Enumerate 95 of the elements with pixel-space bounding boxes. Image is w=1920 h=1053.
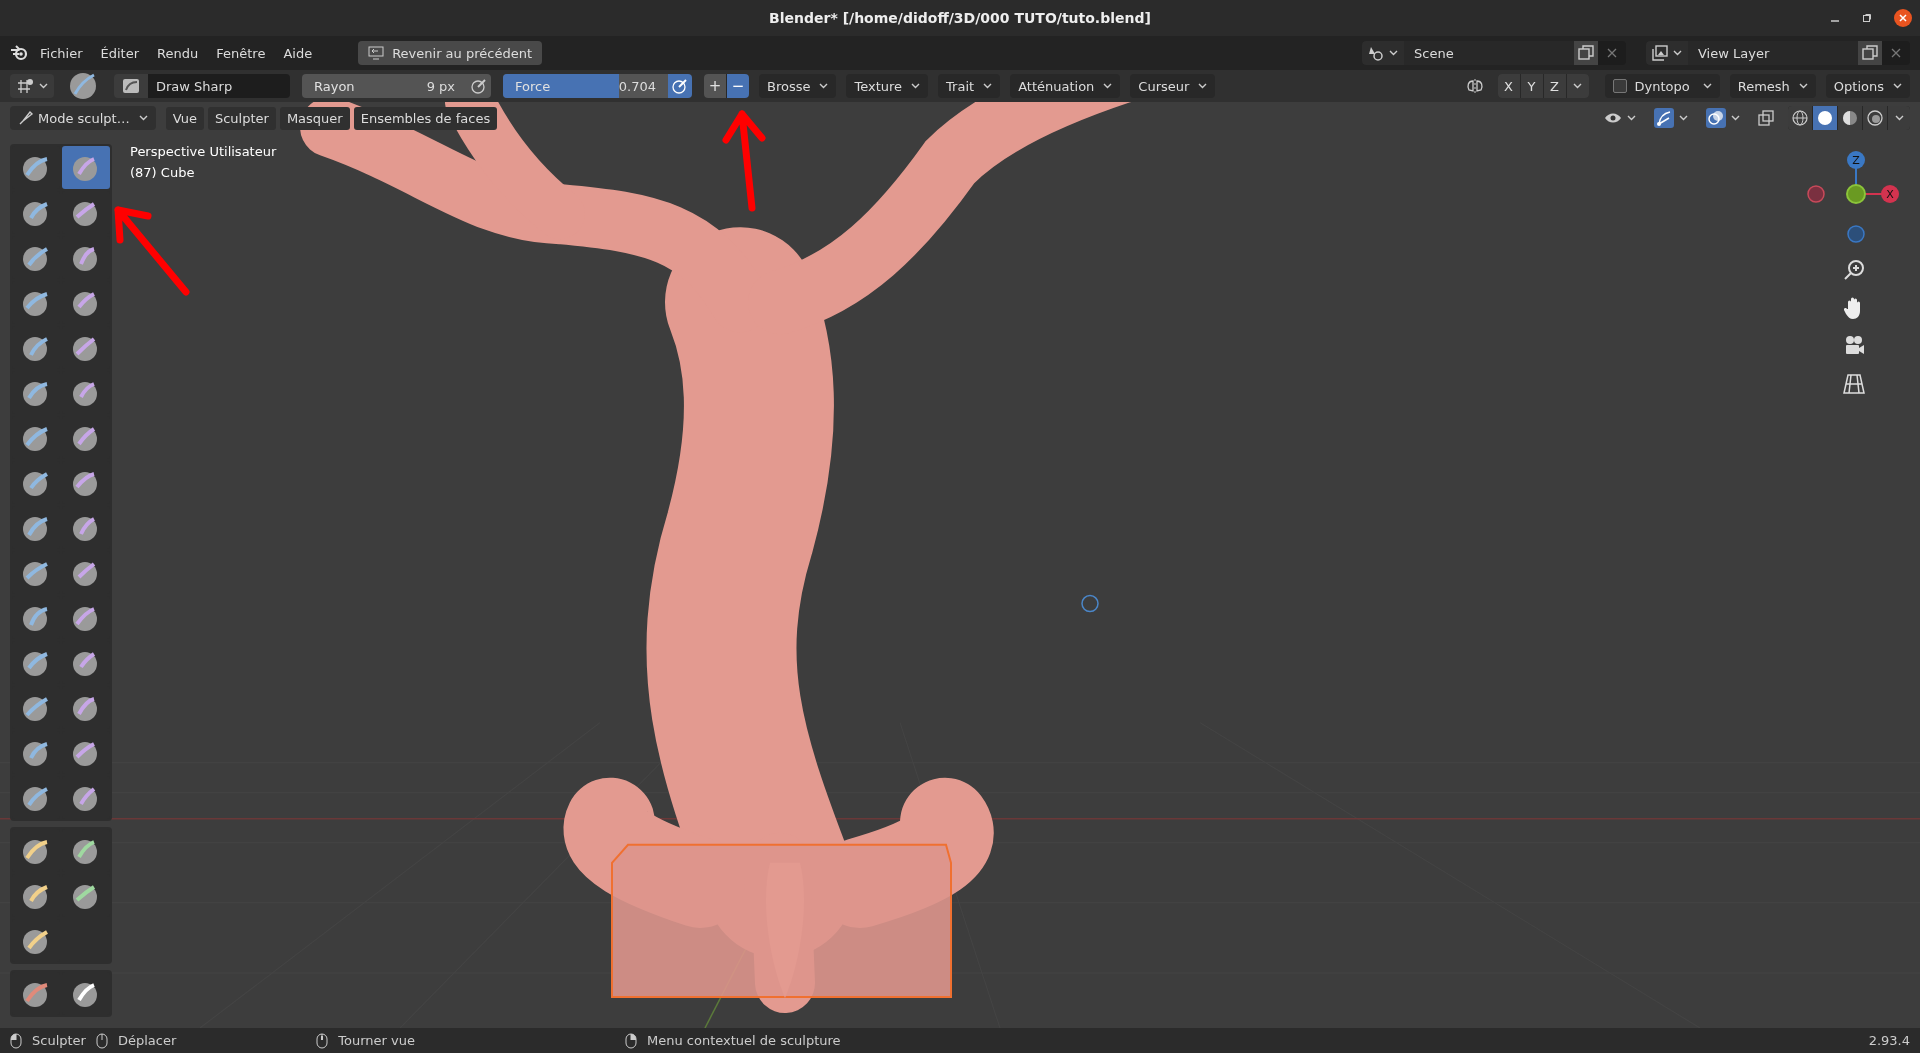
menu-item[interactable]: Fenêtre xyxy=(210,41,272,65)
chevron-down-icon xyxy=(1103,83,1113,89)
perspective-grid-icon[interactable] xyxy=(1842,372,1866,396)
chevron-down-icon xyxy=(1894,115,1904,121)
menu-item[interactable]: Fichier xyxy=(34,41,89,65)
menu-item[interactable]: Sculpter xyxy=(207,106,276,130)
menu-item[interactable]: Rendu xyxy=(151,41,205,65)
menu-item[interactable]: Ensembles de faces xyxy=(353,106,498,130)
solid-shading-button[interactable] xyxy=(1813,106,1837,130)
checkbox[interactable] xyxy=(1612,79,1627,93)
app-logo-icon[interactable] xyxy=(10,45,28,61)
mouse-icon xyxy=(625,1032,637,1049)
view-layer-name-field[interactable]: View Layer xyxy=(1688,41,1858,65)
status-hint: Déplacer xyxy=(117,1033,177,1048)
back-button[interactable]: Revenir au précédent xyxy=(358,41,542,65)
dropdown-menu[interactable]: Texture xyxy=(846,74,929,98)
chevron-down-icon xyxy=(911,83,921,89)
chevron-down-icon xyxy=(1198,83,1208,89)
axis-toggle[interactable]: X xyxy=(1497,74,1520,98)
axis-toggle[interactable]: Z xyxy=(1543,74,1566,98)
chevron-down-icon xyxy=(1798,83,1808,89)
chevron-down-icon xyxy=(1627,115,1636,121)
chevron-down-icon xyxy=(1702,83,1712,89)
menu-item[interactable]: Masquer xyxy=(279,106,350,130)
rendered-sphere-icon xyxy=(1867,110,1883,126)
dropdown-menu[interactable]: Options xyxy=(1825,74,1910,98)
strength-slider[interactable]: Force 0.704 xyxy=(503,74,668,98)
dropdown-menu[interactable]: Atténuation xyxy=(1010,74,1121,98)
material-sphere-icon xyxy=(1842,110,1858,126)
duplicate-icon[interactable] xyxy=(1858,41,1882,65)
object-info: (87) Cube xyxy=(130,165,196,180)
chevron-down-icon xyxy=(1731,115,1740,121)
chevron-down-icon xyxy=(983,83,993,89)
pen-pressure-icon xyxy=(672,78,688,94)
zoom-icon[interactable] xyxy=(1842,258,1866,282)
chevron-down-icon xyxy=(1679,115,1688,121)
image-stack-icon xyxy=(1652,45,1668,61)
brush-type-button[interactable] xyxy=(114,74,148,98)
brush-name-field[interactable]: Draw Sharp xyxy=(148,74,290,98)
close-icon[interactable] xyxy=(1894,9,1912,27)
mouse-icon xyxy=(10,1032,22,1049)
chevron-down-icon xyxy=(1673,50,1682,56)
solid-sphere-icon xyxy=(1817,110,1833,126)
radius-field[interactable]: Rayon 9 px xyxy=(302,74,467,98)
grid-tool-icon xyxy=(16,78,34,94)
mouse-icon xyxy=(316,1032,329,1049)
scene-name-field[interactable]: Scene xyxy=(1404,41,1574,65)
screen-back-icon xyxy=(368,46,385,60)
status-hint: Menu contextuel de sculpture xyxy=(647,1033,841,1048)
tool-settings-button[interactable] xyxy=(10,74,54,98)
status-hint: Tourner vue xyxy=(338,1033,415,1048)
axis-toggle[interactable]: Y xyxy=(1520,74,1543,98)
pen-pressure-icon xyxy=(471,78,487,94)
direction-toggle[interactable]: − xyxy=(727,74,749,98)
mirror-icon[interactable] xyxy=(1465,78,1484,94)
version-label: 2.93.4 xyxy=(1868,1033,1910,1048)
chevron-down-icon xyxy=(1389,50,1398,56)
gizmo-icon xyxy=(1654,108,1674,128)
brush-preview-icon[interactable] xyxy=(68,71,98,101)
dropdown-menu[interactable]: Remesh xyxy=(1729,74,1816,98)
scene-icon xyxy=(1368,45,1384,61)
chevron-down-icon xyxy=(138,115,148,121)
pressure-toggle[interactable] xyxy=(668,74,692,98)
dropdown-menu[interactable]: Brosse xyxy=(759,74,837,98)
duplicate-icon[interactable] xyxy=(1574,41,1598,65)
axis-gizmo-drawing[interactable]: Z X xyxy=(1806,144,1902,244)
wireframe-sphere-icon xyxy=(1792,110,1808,126)
window-title: Blender* [/home/didoff/3D/000 TUTO/tuto.blend] xyxy=(769,10,1151,26)
axis-label: X xyxy=(1886,188,1894,201)
scene-selector[interactable] xyxy=(1362,41,1404,65)
dropdown-menu[interactable]: Trait xyxy=(938,74,1001,98)
dyntopo-toggle[interactable]: Dyntopo xyxy=(1604,74,1720,98)
brush-icon xyxy=(122,78,140,94)
menu-item[interactable]: Éditer xyxy=(94,41,146,65)
dropdown-menu[interactable]: Curseur xyxy=(1130,74,1216,98)
menu-item[interactable]: Aide xyxy=(277,41,319,65)
brush-icon xyxy=(18,110,34,126)
restore-icon[interactable] xyxy=(1862,13,1872,23)
pressure-toggle[interactable] xyxy=(467,74,491,98)
mode-dropdown[interactable]: Mode sculpt… xyxy=(10,106,156,130)
chevron-down-icon xyxy=(819,83,829,89)
view-layer-selector[interactable] xyxy=(1646,41,1688,65)
chevron-down-icon xyxy=(1893,83,1902,89)
axis-label: Z xyxy=(1852,154,1860,167)
mouse-icon xyxy=(95,1032,108,1049)
status-hint: Sculpter xyxy=(32,1033,86,1048)
overlay-icon xyxy=(1706,108,1726,128)
eye-icon xyxy=(1604,111,1622,125)
view-name: Perspective Utilisateur xyxy=(130,144,277,159)
xray-icon xyxy=(1758,110,1774,126)
chevron-down-icon xyxy=(39,83,48,89)
menu-item[interactable]: Vue xyxy=(165,106,204,130)
chevron-down-icon xyxy=(1573,83,1582,89)
symmetry-dropdown[interactable] xyxy=(1566,74,1589,98)
direction-toggle[interactable]: + xyxy=(704,74,726,98)
